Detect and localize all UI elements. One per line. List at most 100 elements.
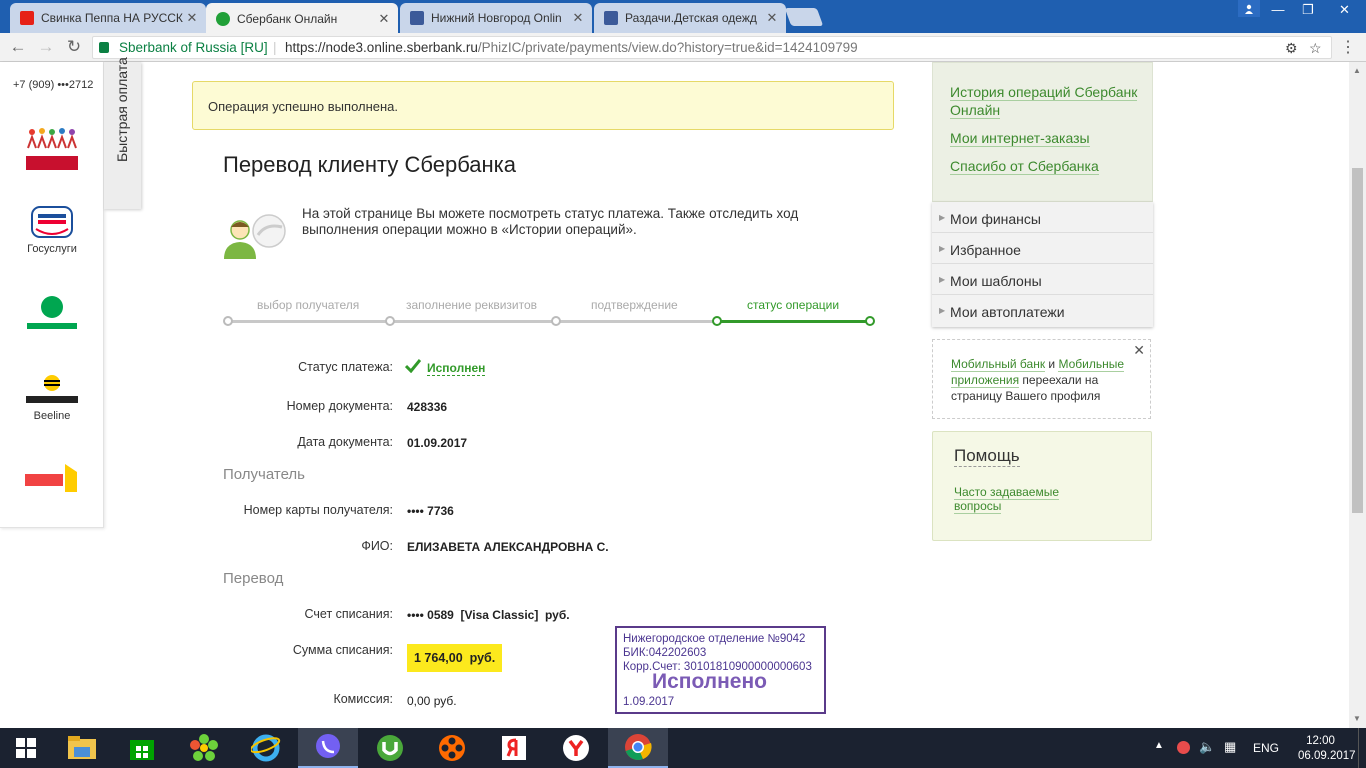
amount-value: 1 764,00 руб. [407,644,503,672]
doc-number-value: 428336 [407,400,448,414]
chevron-up-icon[interactable]: ▲ [1154,740,1164,751]
close-window-button[interactable]: ✕ [1323,0,1366,20]
page-title: Перевод клиенту Сбербанка [223,152,517,177]
scroll-up-icon[interactable]: ▲ [1353,66,1361,75]
back-icon[interactable]: ← [8,37,28,57]
menu-item-favorites[interactable]: ▶ Избранное [932,233,1153,264]
close-icon[interactable]: ✕ [376,11,392,27]
link-mobile-bank[interactable]: Мобильный банк [951,357,1046,372]
quick-pay-item-yandex[interactable] [0,462,104,498]
windows-icon [16,738,36,758]
fio-label: ФИО: [361,539,393,553]
help-title[interactable]: Помощь [954,446,1020,467]
media-player-button[interactable] [422,728,482,768]
minimize-button[interactable]: — [1263,0,1293,20]
link-spasibo[interactable]: Спасибо от Сбербанка [950,157,1150,175]
close-icon[interactable]: ✕ [184,10,200,26]
doc-number-label: Номер документа: [286,399,393,413]
tab-title: Нижний Новгород Onlin [431,11,562,25]
yandex-icon [502,736,526,760]
stamp-date: 1.09.2017 [623,696,675,708]
store-button[interactable] [112,728,172,768]
menu-icon[interactable]: ⋮ [1340,37,1356,57]
step-dot-end [865,316,875,326]
quick-pay-item-pishi[interactable] [0,126,104,176]
address-bar[interactable]: Sberbank of Russia [RU] | https://node3.… [92,36,1332,59]
tab-peppa[interactable]: Свинка Пеппа НА РУССК ✕ [10,3,206,33]
tab-title: Сбербанк Онлайн [237,11,338,26]
success-notice: Операция успешно выполнена. [192,81,894,130]
volume-icon[interactable]: 🔈 [1199,739,1215,755]
utorrent-button[interactable] [360,728,420,768]
amount-label: Сумма списания: [292,643,393,657]
explorer-button[interactable] [52,728,112,768]
forward-icon[interactable]: → [36,37,56,57]
clock[interactable]: 12:00 06.09.2017 [1298,734,1356,764]
show-desktop-button[interactable] [1358,728,1366,768]
viber-button[interactable] [298,728,358,768]
page-scrollbar[interactable]: ▲ ▼ [1349,62,1366,728]
link-faq[interactable]: Часто задаваемые вопросы [954,485,1094,514]
chrome-button[interactable] [608,728,668,768]
chrome-icon [625,734,652,760]
quick-pay-item-megafon[interactable] [0,293,104,337]
clock-time: 12:00 [1306,735,1335,747]
step-dot [385,316,395,326]
profile-icon[interactable] [1238,0,1260,17]
progress-line [227,320,717,323]
quick-pay-tab[interactable]: Быстрая оплата [104,57,141,209]
menu-item-finances[interactable]: ▶ Мои финансы [932,202,1153,233]
step-label: выбор получателя [257,298,360,312]
quick-pay-panel: +7 (909) •••2712 Госуслуги Beeline [0,62,104,528]
link-operations-history[interactable]: История операций Сбербанк Онлайн [950,83,1150,119]
link-internet-orders[interactable]: Мои интернет-заказы [950,129,1150,147]
site-settings-icon[interactable]: ⚙ [1285,38,1298,59]
step-dot [223,316,233,326]
start-button[interactable] [0,728,52,768]
new-tab-button[interactable] [784,8,824,26]
phone-number: +7 (909) •••2712 [13,79,94,91]
close-icon[interactable]: ✕ [1133,342,1145,358]
divider: | [273,40,277,55]
menu-item-templates[interactable]: ▶ Мои шаблоны [932,264,1153,295]
restore-button[interactable]: ❐ [1293,0,1323,20]
menu-item-autopayments[interactable]: ▶ Мои автоплатежи [932,295,1153,326]
yandex-browser-button[interactable] [546,728,606,768]
ie-button[interactable] [236,728,296,768]
tab-razdachi[interactable]: Раздачи.Детская одежд ✕ [594,3,786,33]
quick-pay-item-beeline[interactable]: Beeline [0,374,104,422]
fio-value: ЕЛИЗАВЕТА АЛЕКСАНДРОВНА С. [407,540,609,554]
fee-label: Комиссия: [333,692,393,706]
utorrent-icon [377,735,403,761]
quick-pay-item-gosuslugi[interactable]: Госуслуги [0,205,104,255]
step-label: заполнение реквизитов [406,298,538,312]
status-value[interactable]: Исполнен [427,361,486,376]
scroll-thumb[interactable] [1352,168,1363,513]
language-indicator[interactable]: ENG [1253,741,1279,755]
step-dot-current [712,316,722,326]
quick-pay-item-label: Beeline [33,410,71,422]
network-icon[interactable]: ▦ [1224,739,1236,755]
account-value: •••• 0589 [Visa Classic] руб. [407,608,570,622]
check-icon [405,359,421,373]
icq-flower-icon [190,734,218,761]
close-icon[interactable]: ✕ [570,10,586,26]
doc-date-value: 01.09.2017 [407,436,468,450]
icq-button[interactable] [174,728,234,768]
stamp-status: Исполнено [652,670,767,693]
close-icon[interactable]: ✕ [764,10,780,26]
tab-sberbank[interactable]: Сбербанк Онлайн ✕ [206,3,398,34]
reload-icon[interactable]: ↻ [64,37,84,57]
star-icon[interactable]: ☆ [1309,38,1322,59]
security-label: Sberbank of Russia [RU] [119,40,268,55]
doc-date-label: Дата документа: [297,435,393,449]
record-icon[interactable] [1177,741,1190,754]
arrow-right-icon: ▶ [939,275,946,284]
scroll-down-icon[interactable]: ▼ [1353,714,1361,723]
tab-nn-online[interactable]: Нижний Новгород Onlin ✕ [400,3,592,33]
yandex-button[interactable] [484,728,544,768]
step-label: подтверждение [591,298,678,312]
person-status-icon [224,214,286,259]
beeline-logo [26,375,78,403]
step-dot [551,316,561,326]
